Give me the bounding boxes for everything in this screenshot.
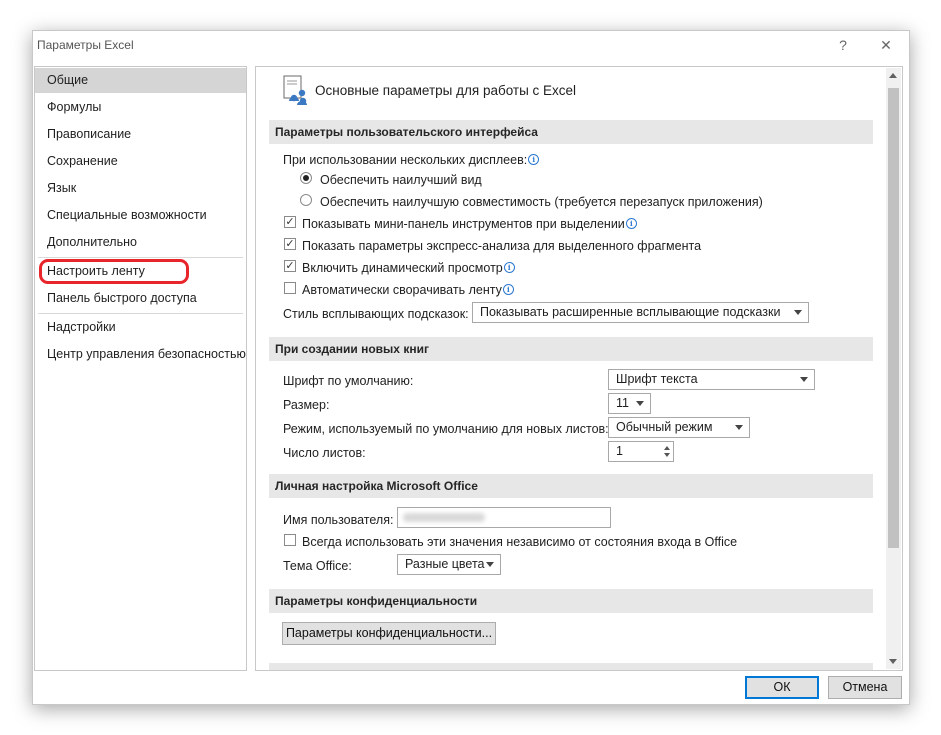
general-settings-icon bbox=[283, 75, 307, 105]
section-next-partial bbox=[269, 663, 873, 670]
blurred-username bbox=[403, 513, 485, 522]
vertical-scrollbar[interactable] bbox=[886, 68, 901, 669]
section-privacy: Параметры конфиденциальности bbox=[269, 589, 873, 613]
chevron-down-icon bbox=[636, 401, 644, 406]
default-view-label: Режим, используемый по умолчанию для нов… bbox=[283, 422, 609, 436]
privacy-settings-button[interactable]: Параметры конфиденциальности... bbox=[282, 622, 496, 645]
sidebar-item-trust-center[interactable]: Центр управления безопасностью bbox=[35, 342, 246, 367]
checkbox-always-use[interactable] bbox=[284, 534, 296, 546]
scroll-down-icon[interactable] bbox=[889, 659, 897, 664]
sidebar-item-language[interactable]: Язык bbox=[35, 176, 246, 201]
username-label: Имя пользователя: bbox=[283, 513, 394, 527]
page-title: Основные параметры для работы с Excel bbox=[315, 83, 577, 98]
dialog-title: Параметры Excel bbox=[37, 38, 134, 52]
radio-best-appearance[interactable] bbox=[300, 172, 312, 184]
chevron-down-icon bbox=[800, 377, 808, 382]
radio-best-compatibility-label: Обеспечить наилучшую совместимость (треб… bbox=[320, 195, 763, 209]
font-size-value: 11 bbox=[616, 396, 629, 410]
highlight-outline bbox=[39, 259, 189, 284]
mini-toolbar-label: Показывать мини-панель инструментов при … bbox=[302, 217, 637, 231]
live-preview-label: Включить динамический просмотр i bbox=[302, 261, 515, 275]
collapse-ribbon-label: Автоматически сворачивать ленту i bbox=[302, 283, 514, 297]
radio-best-compatibility[interactable] bbox=[300, 194, 312, 206]
default-font-value: Шрифт текста bbox=[616, 372, 698, 386]
checkbox-collapse-ribbon[interactable] bbox=[284, 282, 296, 294]
sidebar-divider bbox=[38, 257, 243, 258]
sidebar-item-addins[interactable]: Надстройки bbox=[35, 315, 246, 340]
cancel-button[interactable]: Отмена bbox=[828, 676, 902, 699]
quick-analysis-label: Показать параметры экспресс-анализа для … bbox=[302, 239, 702, 253]
office-theme-dropdown[interactable]: Разные цвета bbox=[397, 554, 501, 575]
font-size-dropdown[interactable]: 11 bbox=[608, 393, 651, 414]
scrollbar-thumb[interactable] bbox=[888, 88, 899, 548]
checkbox-live-preview[interactable]: ✓ bbox=[284, 260, 296, 272]
sidebar-item-save[interactable]: Сохранение bbox=[35, 149, 246, 174]
sidebar-item-advanced[interactable]: Дополнительно bbox=[35, 230, 246, 255]
section-ui-options: Параметры пользовательского интерфейса bbox=[269, 120, 873, 144]
info-icon: i bbox=[503, 262, 515, 273]
ok-button[interactable]: ОК bbox=[745, 676, 819, 699]
default-view-dropdown[interactable]: Обычный режим bbox=[608, 417, 750, 438]
spin-up-icon[interactable] bbox=[664, 446, 670, 450]
multi-display-label: При использовании нескольких дисплеев: i bbox=[283, 153, 540, 167]
chevron-down-icon bbox=[486, 562, 494, 567]
sheet-count-value: 1 bbox=[616, 444, 623, 458]
checkbox-quick-analysis[interactable]: ✓ bbox=[284, 238, 296, 250]
chevron-down-icon bbox=[735, 425, 743, 430]
scroll-up-icon[interactable] bbox=[889, 73, 897, 78]
default-view-value: Обычный режим bbox=[616, 420, 713, 434]
tooltip-style-label: Стиль всплывающих подсказок: bbox=[283, 307, 469, 321]
sidebar-item-quick-access[interactable]: Панель быстрого доступа bbox=[35, 286, 246, 311]
help-button[interactable]: ? bbox=[829, 33, 857, 57]
sidebar-item-accessibility[interactable]: Специальные возможности bbox=[35, 203, 246, 228]
excel-options-dialog: Параметры Excel ? ✕ Общие Формулы Правоп… bbox=[32, 30, 910, 705]
sidebar-item-proofing[interactable]: Правописание bbox=[35, 122, 246, 147]
sheet-count-spinner[interactable]: 1 bbox=[608, 441, 674, 462]
office-theme-value: Разные цвета bbox=[405, 557, 485, 571]
chevron-down-icon bbox=[794, 310, 802, 315]
spin-down-icon[interactable] bbox=[664, 453, 670, 457]
info-icon: i bbox=[528, 154, 540, 165]
sidebar-item-formulas[interactable]: Формулы bbox=[35, 95, 246, 120]
sidebar-divider bbox=[38, 313, 243, 314]
tooltip-style-value: Показывать расширенные всплывающие подск… bbox=[480, 305, 781, 319]
main-panel: Основные параметры для работы с Excel Па… bbox=[255, 66, 903, 671]
sidebar-item-general[interactable]: Общие bbox=[35, 68, 246, 93]
info-icon: i bbox=[502, 284, 514, 295]
info-icon: i bbox=[625, 218, 637, 229]
sheet-count-label: Число листов: bbox=[283, 446, 366, 460]
username-input[interactable] bbox=[397, 507, 611, 528]
office-theme-label: Тема Office: bbox=[283, 559, 352, 573]
always-use-label: Всегда использовать эти значения независ… bbox=[302, 535, 738, 549]
sidebar: Общие Формулы Правописание Сохранение Яз… bbox=[34, 66, 247, 671]
section-new-workbooks: При создании новых книг bbox=[269, 337, 873, 361]
tooltip-style-dropdown[interactable]: Показывать расширенные всплывающие подск… bbox=[472, 302, 809, 323]
default-font-label: Шрифт по умолчанию: bbox=[283, 374, 414, 388]
font-size-label: Размер: bbox=[283, 398, 330, 412]
radio-best-appearance-label: Обеспечить наилучший вид bbox=[320, 173, 482, 187]
close-button[interactable]: ✕ bbox=[872, 33, 900, 57]
checkbox-mini-toolbar[interactable]: ✓ bbox=[284, 216, 296, 228]
section-personalize: Личная настройка Microsoft Office bbox=[269, 474, 873, 498]
default-font-dropdown[interactable]: Шрифт текста bbox=[608, 369, 815, 390]
